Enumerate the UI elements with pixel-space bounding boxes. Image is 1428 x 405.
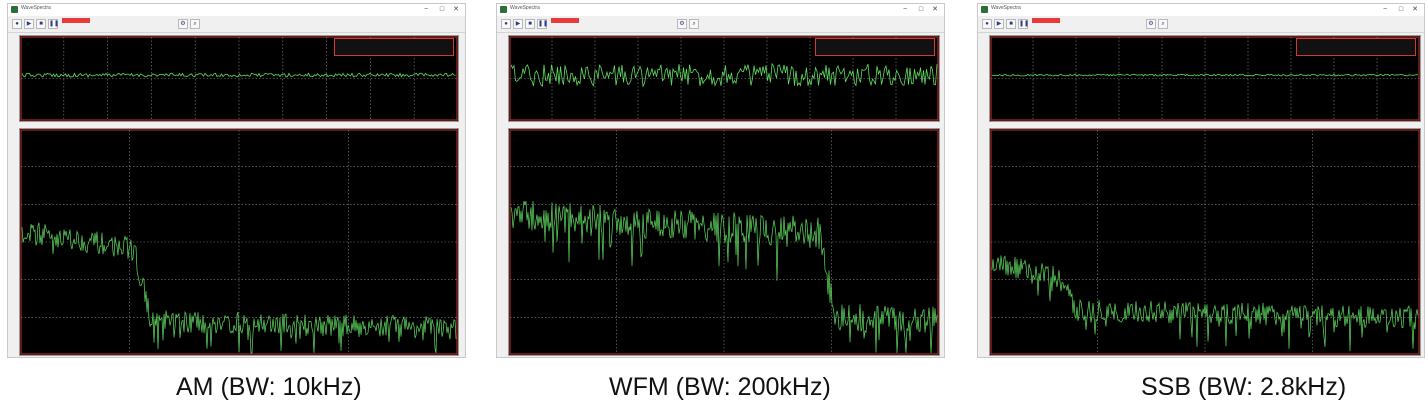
- app-icon: [500, 6, 507, 13]
- screenshot-am: WaveSpectra − □ ✕ ● ▶ ■ ❚❚ ⚙ ⌕: [7, 3, 466, 358]
- close-button[interactable]: ✕: [449, 4, 463, 16]
- play-icon[interactable]: ▶: [513, 19, 523, 29]
- play-icon[interactable]: ▶: [24, 19, 34, 29]
- spectrum-plot: [19, 128, 459, 356]
- level-indicator: [551, 18, 579, 23]
- settings-icon[interactable]: ⌕: [190, 19, 200, 29]
- stop-icon[interactable]: ■: [1006, 19, 1016, 29]
- gear-icon[interactable]: ⚙: [677, 19, 687, 29]
- window-title: WaveSpectra: [21, 5, 51, 11]
- gear-icon[interactable]: ⚙: [1146, 19, 1156, 29]
- pause-icon[interactable]: ❚❚: [1018, 19, 1029, 29]
- screenshot-ssb: WaveSpectra − □ ✕ ● ▶ ■ ❚❚ ⚙ ⌕: [977, 3, 1425, 358]
- window-titlebar: WaveSpectra − □ ✕: [8, 4, 465, 16]
- stop-icon[interactable]: ■: [525, 19, 535, 29]
- maximize-button[interactable]: □: [1394, 4, 1408, 16]
- maximize-button[interactable]: □: [435, 4, 449, 16]
- level-meter: [815, 38, 935, 56]
- stop-icon[interactable]: ■: [36, 19, 46, 29]
- close-button[interactable]: ✕: [928, 4, 942, 16]
- screenshot-wfm: WaveSpectra − □ ✕ ● ▶ ■ ❚❚ ⚙ ⌕: [496, 3, 945, 358]
- window-titlebar: WaveSpectra − □ ✕: [497, 4, 944, 16]
- spectrum-trace: [20, 129, 458, 355]
- waveform-plot: [508, 35, 940, 122]
- record-icon[interactable]: ●: [501, 19, 511, 29]
- spectrum-plot: [508, 128, 940, 356]
- settings-icon[interactable]: ⌕: [689, 19, 699, 29]
- level-meter: [1296, 38, 1416, 56]
- pause-icon[interactable]: ❚❚: [537, 19, 548, 29]
- spectrum-plot: [989, 128, 1421, 356]
- pause-icon[interactable]: ❚❚: [48, 19, 59, 29]
- caption-am: AM (BW: 10kHz): [176, 373, 362, 401]
- play-icon[interactable]: ▶: [994, 19, 1004, 29]
- minimize-button[interactable]: −: [898, 4, 912, 16]
- record-icon[interactable]: ●: [12, 19, 22, 29]
- close-button[interactable]: ✕: [1408, 4, 1422, 16]
- caption-ssb: SSB (BW: 2.8kHz): [1141, 373, 1347, 401]
- app-icon: [11, 6, 18, 13]
- caption-wfm: WFM (BW: 200kHz): [609, 373, 831, 401]
- waveform-plot: [19, 35, 459, 122]
- window-title: WaveSpectra: [991, 5, 1021, 11]
- window-title: WaveSpectra: [510, 5, 540, 11]
- settings-icon[interactable]: ⌕: [1158, 19, 1168, 29]
- minimize-button[interactable]: −: [419, 4, 433, 16]
- minimize-button[interactable]: −: [1378, 4, 1392, 16]
- toolbar: ● ▶ ■ ❚❚ ⚙ ⌕: [978, 16, 1424, 33]
- gear-icon[interactable]: ⚙: [178, 19, 188, 29]
- record-icon[interactable]: ●: [982, 19, 992, 29]
- app-icon: [981, 6, 988, 13]
- spectrum-trace: [990, 129, 1420, 355]
- spectrum-trace: [509, 129, 939, 355]
- waveform-plot: [989, 35, 1421, 122]
- window-titlebar: WaveSpectra − □ ✕: [978, 4, 1424, 16]
- maximize-button[interactable]: □: [914, 4, 928, 16]
- toolbar: ● ▶ ■ ❚❚ ⚙ ⌕: [8, 16, 465, 33]
- level-meter: [334, 38, 454, 56]
- level-indicator: [1032, 18, 1060, 23]
- toolbar: ● ▶ ■ ❚❚ ⚙ ⌕: [497, 16, 944, 33]
- level-indicator: [62, 18, 90, 23]
